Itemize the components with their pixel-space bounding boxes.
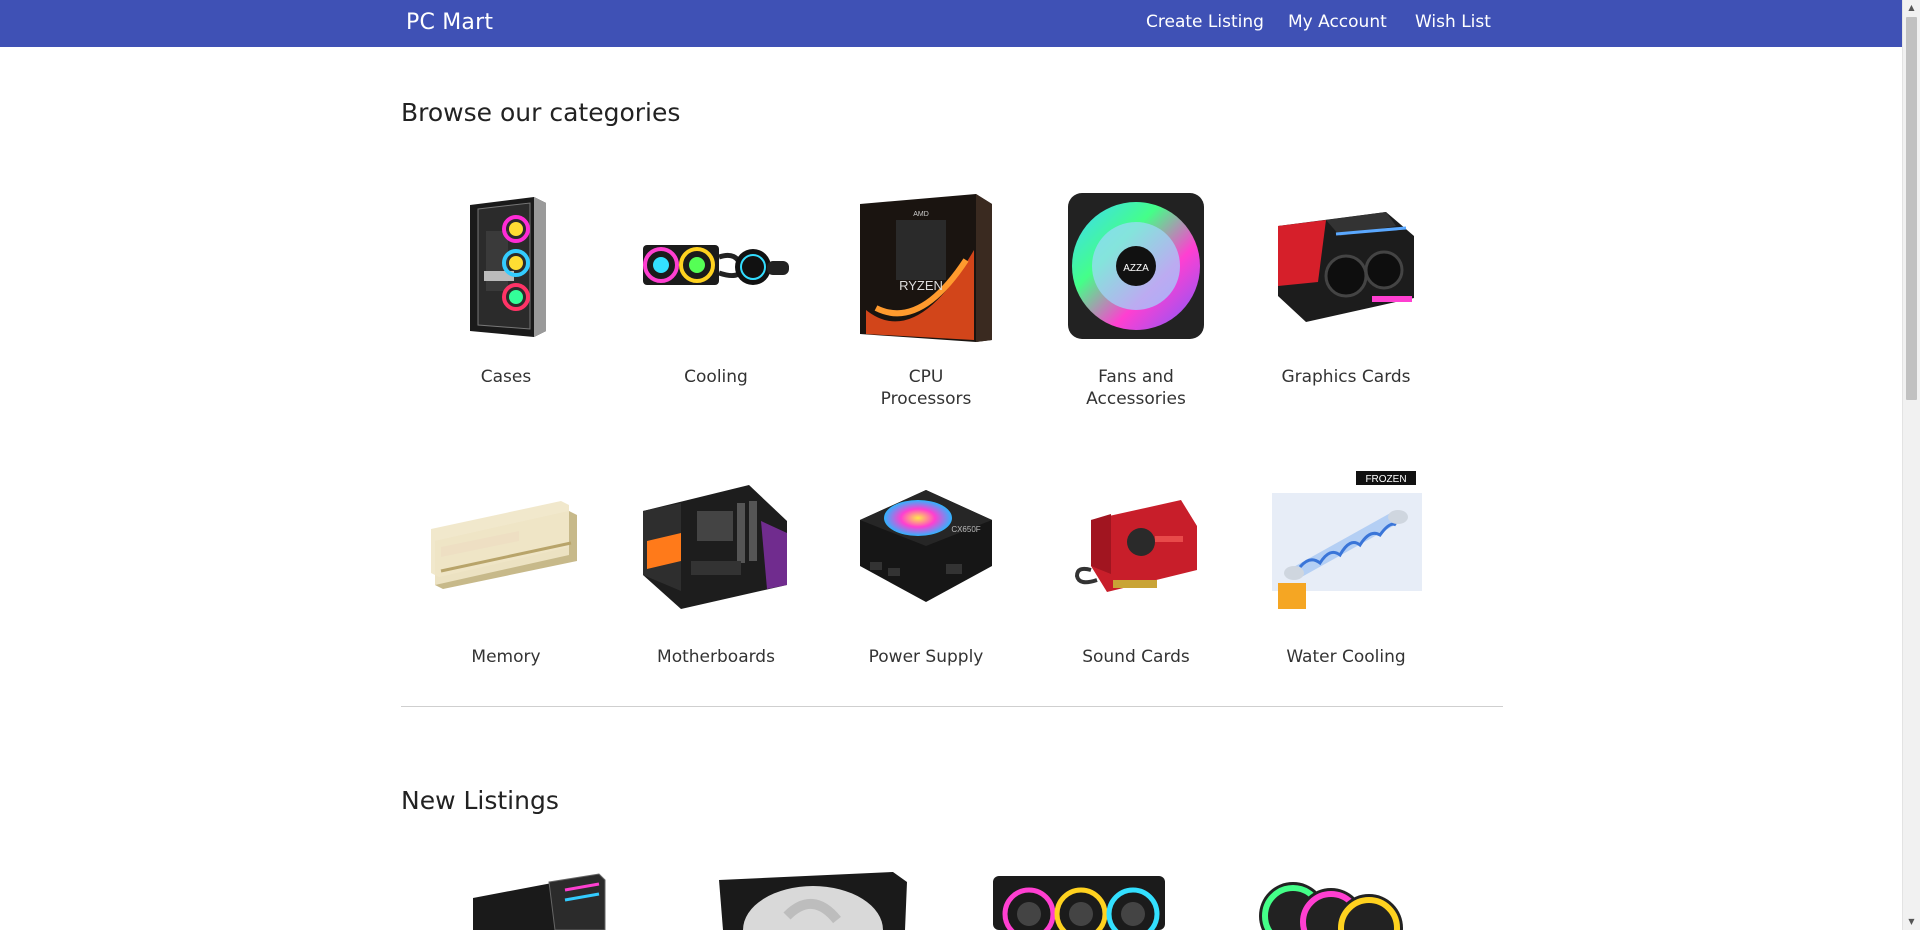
- sound-card-image: [1056, 466, 1216, 626]
- category-motherboards[interactable]: Motherboards: [611, 466, 821, 668]
- graphics-card-image: [1266, 186, 1426, 346]
- psu-image: CX650F: [846, 466, 1006, 626]
- category-label: CPU Processors: [880, 367, 972, 409]
- listing-triple-fan-image: [993, 876, 1165, 930]
- category-sound-cards[interactable]: Sound Cards: [1031, 466, 1241, 668]
- category-cooling[interactable]: Cooling: [611, 186, 821, 388]
- category-fans-and-accessories[interactable]: AZZA Fans and Accessories: [1031, 186, 1241, 410]
- listing-case[interactable]: [469, 870, 609, 930]
- svg-text:AZZA: AZZA: [1123, 263, 1149, 274]
- category-graphics-cards[interactable]: Graphics Cards: [1241, 186, 1451, 388]
- listing-fan-image: [719, 872, 907, 930]
- category-power-supply[interactable]: CX650F Power Supply: [821, 466, 1031, 668]
- nav-wish-list[interactable]: Wish List: [1415, 12, 1491, 32]
- svg-text:AMD: AMD: [913, 211, 929, 218]
- listing-fan-pack[interactable]: [1253, 870, 1423, 930]
- top-navbar: PC Mart Create Listing My Account Wish L…: [0, 0, 1902, 47]
- category-cases[interactable]: Cases: [401, 186, 611, 388]
- category-cpu-processors[interactable]: RYZEN AMD CPU Processors: [821, 186, 1031, 410]
- new-listings-heading: New Listings: [401, 786, 559, 815]
- section-divider: [401, 706, 1503, 707]
- category-label: Cooling: [684, 367, 748, 387]
- rgb-fan-image: AZZA: [1056, 186, 1216, 346]
- category-label: Water Cooling: [1286, 647, 1406, 667]
- vertical-scrollbar[interactable]: ▲ ▼: [1902, 0, 1920, 930]
- category-water-cooling[interactable]: FROZEN Water Cooling: [1241, 466, 1451, 668]
- category-label: Cases: [480, 367, 532, 387]
- scroll-thumb[interactable]: [1906, 17, 1917, 400]
- cpu-box-image: RYZEN AMD: [846, 186, 1006, 346]
- scroll-down-arrow-icon[interactable]: ▼: [1903, 914, 1920, 930]
- water-tube-image: FROZEN: [1266, 466, 1426, 626]
- aio-cooler-image: [636, 186, 796, 346]
- motherboard-image: [636, 466, 796, 626]
- svg-text:CX650F: CX650F: [951, 525, 980, 534]
- category-label: Graphics Cards: [1281, 367, 1411, 387]
- pc-case-image: [426, 186, 586, 346]
- nav-create-listing[interactable]: Create Listing: [1146, 12, 1264, 32]
- listing-case-image: [473, 873, 606, 930]
- listing-fan[interactable]: [717, 870, 907, 930]
- svg-text:FROZEN: FROZEN: [1365, 474, 1406, 485]
- category-label: Fans and Accessories: [1086, 367, 1186, 409]
- nav-my-account[interactable]: My Account: [1288, 12, 1387, 32]
- listing-triple-fan[interactable]: [985, 870, 1175, 930]
- category-memory[interactable]: Memory: [401, 466, 611, 668]
- brand-logo[interactable]: PC Mart: [406, 10, 493, 35]
- listing-fan-pack-image: [1259, 882, 1403, 930]
- svg-text:RYZEN: RYZEN: [899, 278, 943, 293]
- category-label: Power Supply: [868, 647, 984, 667]
- category-label: Motherboards: [657, 647, 775, 667]
- category-label: Memory: [471, 647, 541, 667]
- ram-sticks-image: [426, 466, 586, 626]
- scroll-up-arrow-icon[interactable]: ▲: [1903, 0, 1920, 16]
- category-label: Sound Cards: [1082, 647, 1190, 667]
- categories-heading: Browse our categories: [401, 98, 681, 127]
